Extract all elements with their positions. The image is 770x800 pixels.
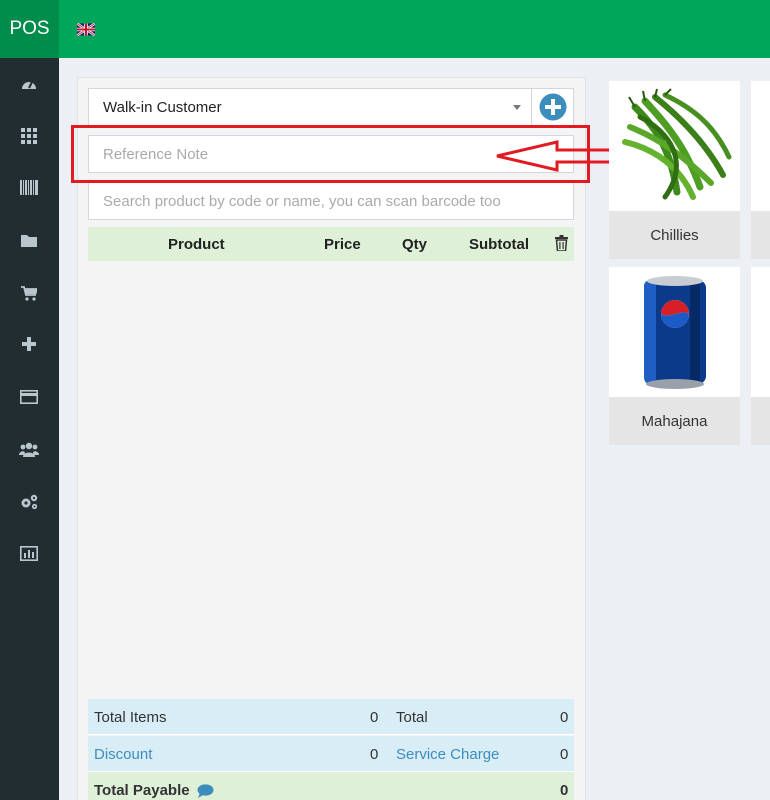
chevron-down-icon — [513, 105, 521, 110]
service-charge-link[interactable]: Service Charge — [396, 746, 499, 763]
total-value: 0 — [560, 709, 569, 726]
credit-card-icon[interactable] — [19, 387, 39, 407]
annotation-arrow-icon — [496, 140, 625, 172]
grid-icon[interactable] — [19, 126, 39, 146]
customer-select[interactable]: Walk-in Customer — [88, 88, 532, 126]
column-subtotal: Subtotal — [469, 236, 529, 253]
product-tile-partial[interactable] — [751, 267, 770, 445]
total-label: Total — [396, 709, 428, 726]
total-items-value: 0 — [370, 709, 379, 726]
column-qty: Qty — [402, 236, 428, 253]
uk-flag-icon[interactable] — [77, 23, 95, 36]
brand-logo[interactable]: POS — [0, 0, 59, 58]
totals-row-items: Total Items 0 Total 0 — [88, 699, 574, 735]
discount-value: 0 — [370, 746, 379, 763]
product-tile-chillies[interactable]: Chillies — [609, 81, 740, 259]
totals-row-discount: Discount 0 Service Charge 0 — [88, 736, 574, 772]
customer-select-value: Walk-in Customer — [103, 99, 222, 116]
barcode-icon[interactable] — [19, 177, 39, 197]
total-payable-value: 0 — [560, 782, 569, 799]
order-table-header: Product Price Qty Subtotal — [88, 227, 574, 261]
cart-icon[interactable] — [19, 283, 39, 303]
service-charge-value: 0 — [560, 746, 569, 763]
dashboard-icon[interactable] — [19, 75, 39, 95]
product-name: Mahajana — [609, 397, 740, 445]
folder-icon[interactable] — [19, 230, 39, 250]
users-icon[interactable] — [19, 439, 39, 459]
bar-chart-icon[interactable] — [19, 543, 39, 563]
total-items-label: Total Items — [94, 709, 167, 726]
total-payable-label: Total Payable — [94, 782, 190, 799]
column-price: Price — [324, 236, 361, 253]
product-tile-partial[interactable] — [751, 81, 770, 259]
product-name: Chillies — [609, 211, 740, 259]
product-search-input[interactable] — [88, 182, 574, 220]
plus-circle-icon — [539, 93, 566, 121]
product-tile-mahajana[interactable]: Mahajana — [609, 267, 740, 445]
top-navbar: POS — [0, 0, 770, 58]
add-customer-button[interactable] — [532, 88, 574, 126]
column-product: Product — [168, 236, 225, 253]
trash-icon[interactable] — [555, 235, 568, 251]
comment-icon[interactable] — [197, 784, 214, 798]
sidebar — [0, 58, 59, 800]
plus-icon[interactable] — [19, 334, 39, 354]
totals-row-payable: Total Payable 0 — [88, 772, 574, 800]
product-image-chillies — [609, 81, 740, 211]
settings-icon[interactable] — [19, 492, 39, 512]
discount-link[interactable]: Discount — [94, 746, 152, 763]
product-image-mahajana — [609, 267, 740, 397]
